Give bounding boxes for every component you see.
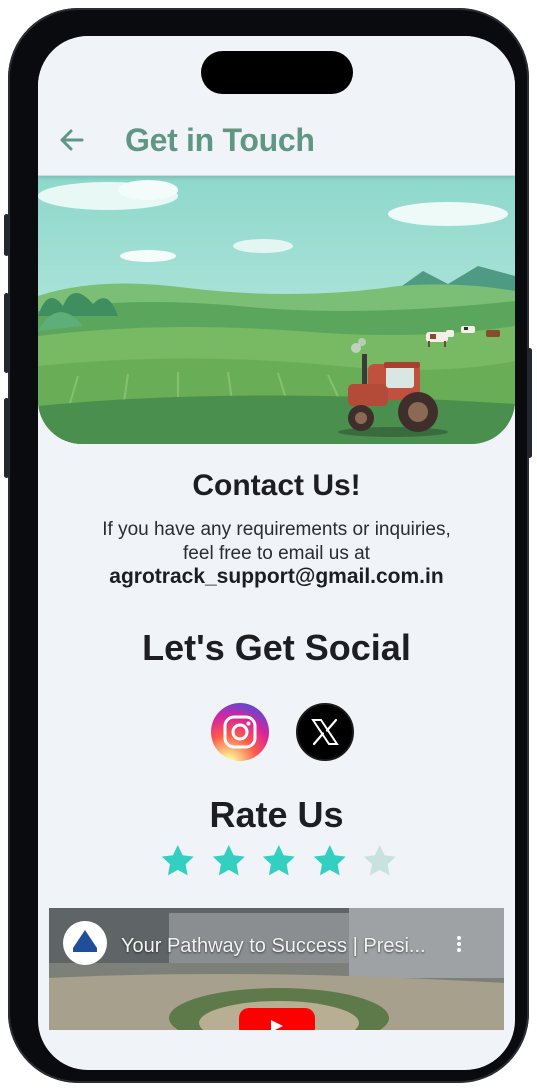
app-screen: Get in Touch Contact Us! If you have any… bbox=[38, 36, 515, 1070]
power-button bbox=[527, 348, 532, 458]
volume-down-button bbox=[4, 398, 9, 478]
star-filled-icon[interactable] bbox=[159, 842, 197, 880]
arrow-back-icon bbox=[60, 129, 84, 151]
farm-illustration-banner bbox=[38, 176, 515, 444]
youtube-video-player[interactable]: Your Pathway to Success | Presi... bbox=[49, 908, 504, 1030]
star-empty-icon[interactable] bbox=[361, 842, 399, 880]
star-filled-icon[interactable] bbox=[210, 842, 248, 880]
back-button[interactable] bbox=[56, 124, 88, 156]
contact-description-line2: feel free to email us at bbox=[183, 543, 370, 564]
phone-frame: Get in Touch Contact Us! If you have any… bbox=[4, 8, 532, 1083]
action-button bbox=[4, 214, 9, 256]
contact-title: Contact Us! bbox=[192, 469, 361, 502]
volume-up-button bbox=[4, 293, 9, 373]
star-filled-icon[interactable] bbox=[311, 842, 349, 880]
star-filled-icon[interactable] bbox=[260, 842, 298, 880]
video-thumbnail bbox=[49, 908, 504, 1030]
instagram-icon bbox=[223, 715, 257, 749]
contact-description-line1: If you have any requirements or inquirie… bbox=[102, 519, 451, 540]
x-twitter-icon bbox=[311, 718, 339, 746]
video-title: Your Pathway to Success | Presi... bbox=[121, 935, 426, 957]
star-rating[interactable] bbox=[159, 842, 399, 882]
social-title: Let's Get Social bbox=[142, 627, 411, 668]
instagram-button[interactable] bbox=[211, 703, 269, 761]
x-twitter-button[interactable] bbox=[296, 703, 354, 761]
dynamic-island bbox=[201, 51, 353, 94]
contact-email-link[interactable]: agrotrack_support@gmail.com.in bbox=[38, 565, 515, 589]
page-title: Get in Touch bbox=[125, 122, 315, 158]
rate-title: Rate Us bbox=[209, 794, 344, 835]
